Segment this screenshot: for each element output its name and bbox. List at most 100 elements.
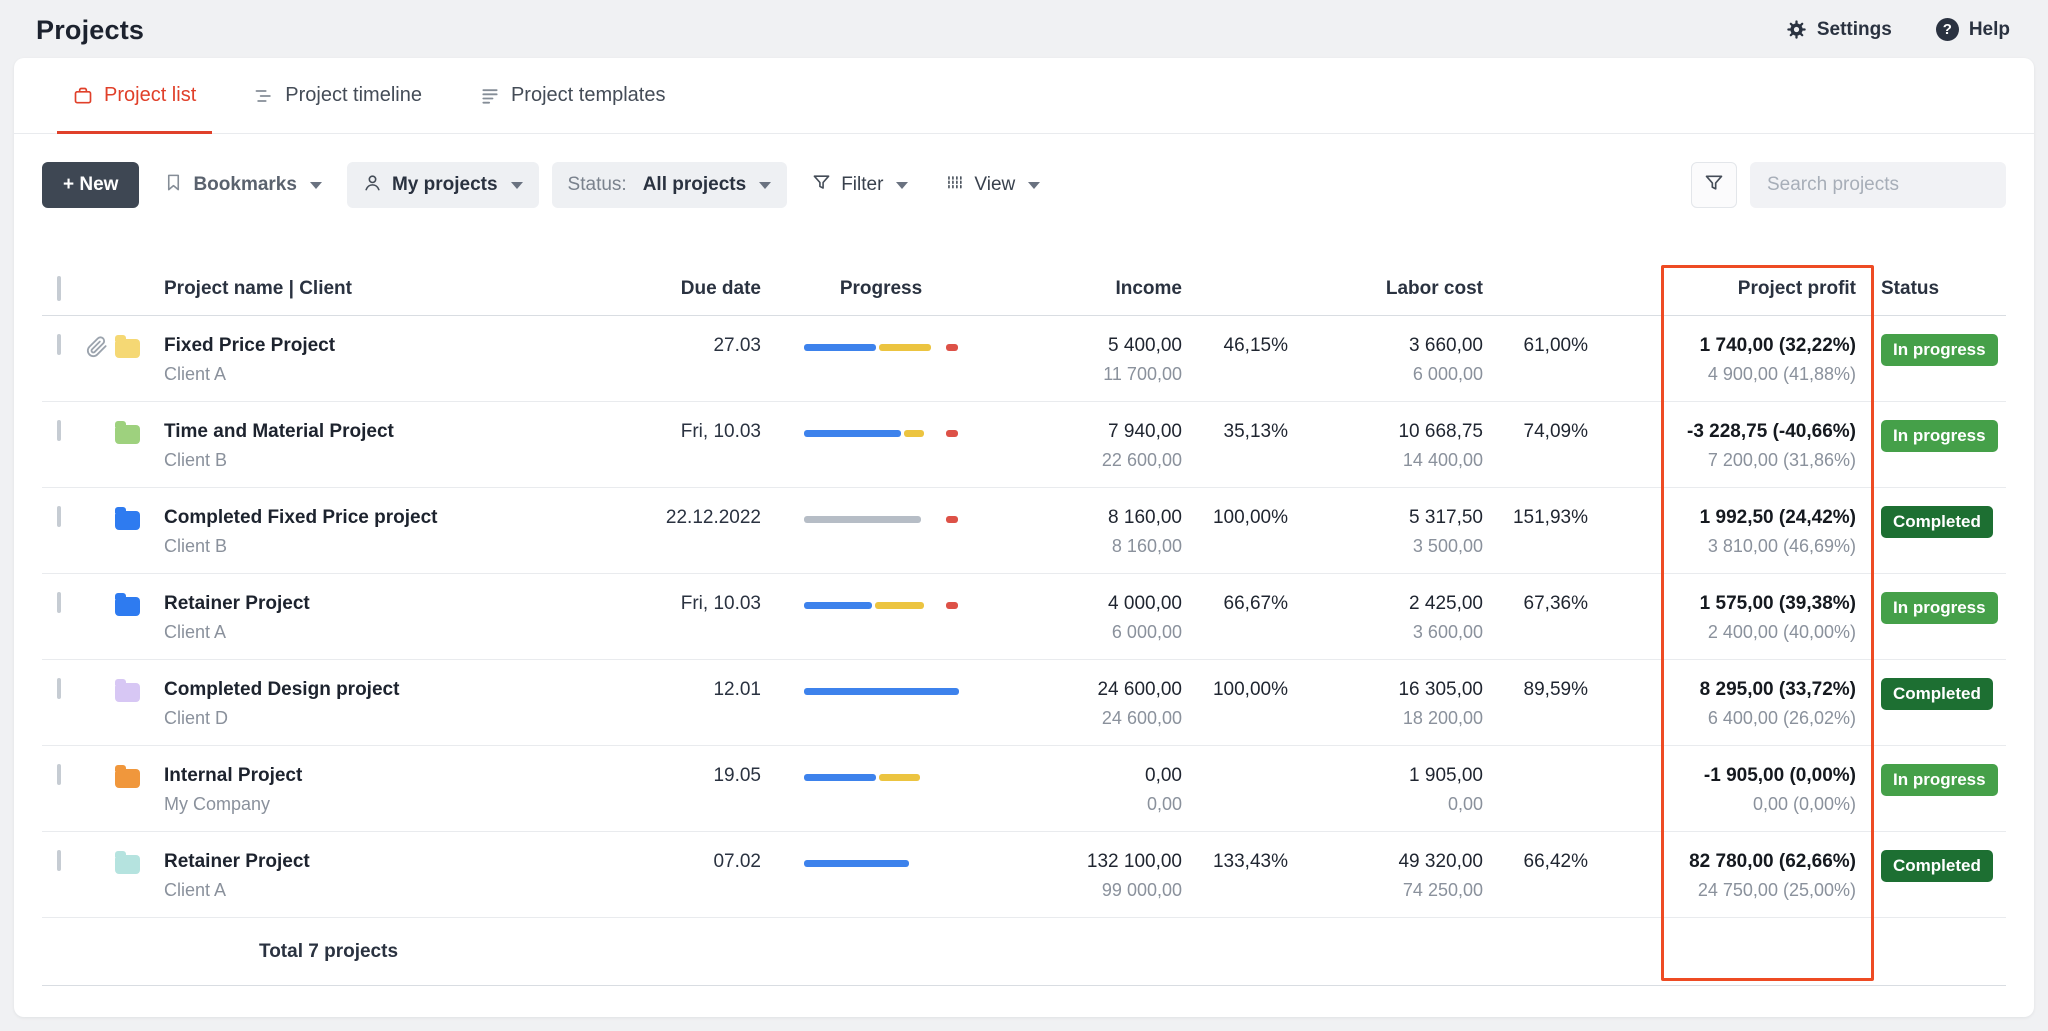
project-name[interactable]: Retainer Project xyxy=(164,849,611,875)
income-value: 0,00 xyxy=(1145,765,1182,786)
saved-filters-button[interactable] xyxy=(1691,162,1737,208)
client-name: Client A xyxy=(164,364,227,384)
profit-value: 1 992,50 (24,42%) xyxy=(1699,507,1856,528)
page-title: Projects xyxy=(36,15,145,45)
labor-percent: 151,93% xyxy=(1512,507,1588,528)
due-date: Fri, 10.03 xyxy=(680,421,761,442)
tab-project-list[interactable]: Project list xyxy=(57,58,213,134)
bookmark-icon xyxy=(164,173,183,198)
column-header-status[interactable]: Status xyxy=(1856,278,2006,300)
progress-bar xyxy=(803,516,959,523)
folder-icon xyxy=(115,335,140,358)
progress-bar xyxy=(803,774,959,781)
project-name[interactable]: Fixed Price Project xyxy=(164,333,611,359)
income-value: 5 400,00 xyxy=(1108,335,1182,356)
income-secondary: 22 600,00 xyxy=(1101,450,1182,470)
status-badge: In progress xyxy=(1881,420,1998,453)
toolbar: + New Bookmarks My projects Status: All … xyxy=(42,162,2006,208)
income-percent: 100,00% xyxy=(1212,507,1288,528)
tab-project-templates[interactable]: Project templates xyxy=(464,58,682,133)
row-checkbox[interactable] xyxy=(57,850,61,871)
income-percent: 100,00% xyxy=(1212,679,1288,700)
column-header-profit[interactable]: Project profit xyxy=(1588,278,1856,300)
labor-value: 49 320,00 xyxy=(1398,851,1483,872)
labor-secondary: 3 600,00 xyxy=(1412,622,1483,642)
column-header-progress[interactable]: Progress xyxy=(761,278,1001,300)
profit-secondary: 3 810,00 (46,69%) xyxy=(1707,536,1856,556)
folder-icon xyxy=(115,507,140,530)
table-row[interactable]: Fixed Price Project Client A 27.03 5 400… xyxy=(42,316,2006,402)
project-name[interactable]: Internal Project xyxy=(164,763,611,789)
status-dropdown[interactable]: Status: All projects xyxy=(551,162,788,208)
table-row[interactable]: Internal Project My Company 19.05 0,00 0… xyxy=(42,746,2006,832)
status-badge: Completed xyxy=(1881,678,1993,711)
help-icon: ? xyxy=(1935,18,1959,41)
labor-secondary: 3 500,00 xyxy=(1412,536,1483,556)
project-name[interactable]: Completed Fixed Price project xyxy=(164,505,611,531)
bookmarks-button[interactable]: Bookmarks xyxy=(152,162,334,208)
templates-icon xyxy=(480,86,500,106)
client-name: Client B xyxy=(164,536,228,556)
labor-percent: 66,42% xyxy=(1523,851,1588,872)
projects-card: Project list Project timeline Project te… xyxy=(14,58,2034,1017)
table-row[interactable]: Completed Fixed Price project Client B 2… xyxy=(42,488,2006,574)
income-secondary: 24 600,00 xyxy=(1101,708,1182,728)
column-header-income[interactable]: Income xyxy=(1001,278,1182,300)
tab-project-timeline[interactable]: Project timeline xyxy=(238,58,438,133)
gear-icon xyxy=(1787,20,1806,39)
profit-secondary: 7 200,00 (31,86%) xyxy=(1707,450,1856,470)
progress-bar xyxy=(803,602,959,609)
table-row[interactable]: Time and Material Project Client B Fri, … xyxy=(42,402,2006,488)
folder-icon xyxy=(115,593,140,616)
table-total-row: Total 7 projects xyxy=(42,918,2006,986)
help-button[interactable]: ? Help xyxy=(1935,18,2010,41)
client-name: Client A xyxy=(164,622,227,642)
view-button[interactable]: View xyxy=(933,162,1052,208)
project-name[interactable]: Retainer Project xyxy=(164,591,611,617)
my-projects-label: My projects xyxy=(391,174,498,195)
filter-button[interactable]: Filter xyxy=(800,162,920,208)
folder-icon xyxy=(115,851,140,874)
profit-value: -3 228,75 (-40,66%) xyxy=(1687,421,1856,442)
profit-secondary: 6 400,00 (26,02%) xyxy=(1707,708,1856,728)
row-checkbox[interactable] xyxy=(57,506,61,527)
status-badge: In progress xyxy=(1881,334,1998,367)
project-name[interactable]: Time and Material Project xyxy=(164,419,611,445)
profit-value: 1 740,00 (32,22%) xyxy=(1699,335,1856,356)
row-checkbox[interactable] xyxy=(57,334,61,355)
table-row[interactable]: Completed Design project Client D 12.01 … xyxy=(42,660,2006,746)
select-all-checkbox[interactable] xyxy=(57,276,61,301)
labor-percent: 67,36% xyxy=(1523,593,1588,614)
client-name: My Company xyxy=(164,794,271,814)
project-name[interactable]: Completed Design project xyxy=(164,677,611,703)
income-percent: 66,67% xyxy=(1223,593,1288,614)
row-checkbox[interactable] xyxy=(57,764,61,785)
search-input[interactable] xyxy=(1750,162,2006,208)
person-icon xyxy=(363,173,382,198)
income-percent: 133,43% xyxy=(1212,851,1288,872)
settings-button[interactable]: Settings xyxy=(1786,19,1892,41)
view-label: View xyxy=(974,174,1016,195)
chevron-down-icon xyxy=(896,181,909,189)
app-header: Projects Settings ? Help xyxy=(0,0,2048,58)
table-row[interactable]: Retainer Project Client A Fri, 10.03 4 0… xyxy=(42,574,2006,660)
row-checkbox[interactable] xyxy=(57,592,61,613)
profit-secondary: 2 400,00 (40,00%) xyxy=(1707,622,1856,642)
column-header-due[interactable]: Due date xyxy=(611,278,761,300)
row-checkbox[interactable] xyxy=(57,678,61,699)
tab-label: Project templates xyxy=(510,84,666,106)
row-checkbox[interactable] xyxy=(57,420,61,441)
labor-percent: 89,59% xyxy=(1523,679,1588,700)
progress-bar xyxy=(803,344,959,351)
new-button[interactable]: + New xyxy=(42,162,140,208)
column-header-name[interactable]: Project name | Client xyxy=(164,278,611,300)
table-row[interactable]: Retainer Project Client A 07.02 132 100,… xyxy=(42,832,2006,918)
progress-bar xyxy=(803,688,959,695)
due-date: Fri, 10.03 xyxy=(680,593,761,614)
my-projects-dropdown[interactable]: My projects xyxy=(346,162,539,208)
due-date: 12.01 xyxy=(713,679,761,700)
view-columns-icon xyxy=(945,173,964,198)
chevron-down-icon xyxy=(309,181,322,189)
column-header-labor[interactable]: Labor cost xyxy=(1288,278,1483,300)
labor-secondary: 18 200,00 xyxy=(1402,708,1483,728)
